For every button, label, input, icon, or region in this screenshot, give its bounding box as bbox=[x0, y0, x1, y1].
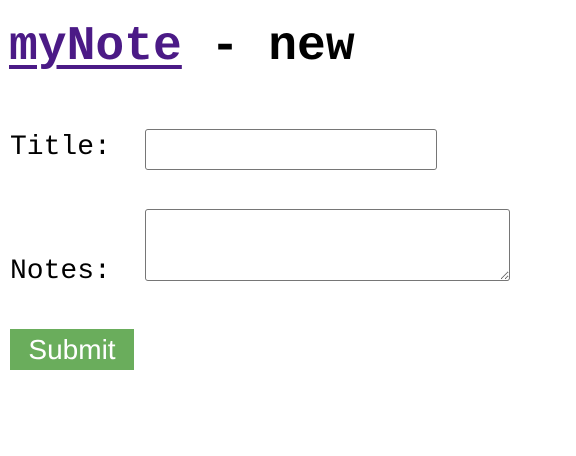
title-input[interactable] bbox=[145, 129, 437, 170]
home-link[interactable]: myNote bbox=[9, 20, 182, 74]
page-title-suffix: - new bbox=[181, 20, 355, 74]
notes-label: Notes: bbox=[10, 256, 111, 287]
submit-button[interactable]: Submit bbox=[10, 329, 134, 370]
title-label: Title: bbox=[10, 132, 111, 163]
notes-textarea[interactable] bbox=[145, 209, 510, 281]
page-title: myNote - new bbox=[9, 18, 355, 76]
